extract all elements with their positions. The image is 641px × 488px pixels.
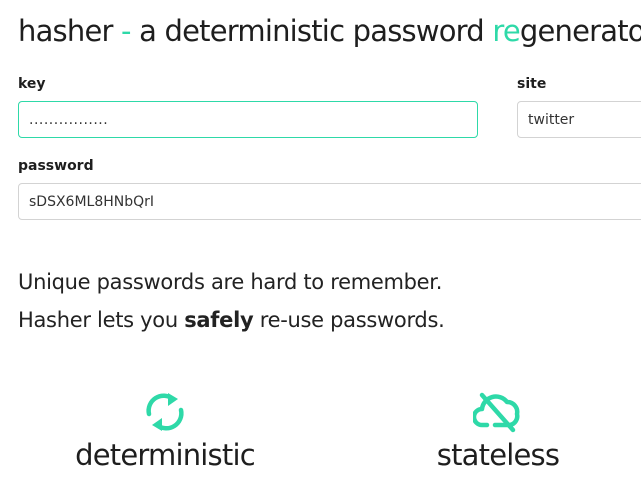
- password-label: password: [18, 158, 94, 174]
- tagline-line-2: Hasher lets you safely re-use passwords.: [18, 308, 445, 332]
- site-input[interactable]: [517, 101, 641, 138]
- title-dash: -: [121, 14, 131, 48]
- tagline-bold: safely: [184, 308, 254, 332]
- feature-label-deterministic: deterministic: [75, 438, 256, 472]
- tagline-prefix: Hasher lets you: [18, 308, 185, 332]
- tagline-suffix: re-use passwords.: [253, 308, 445, 332]
- key-input[interactable]: [18, 101, 478, 138]
- feature-deterministic: deterministic: [65, 390, 265, 472]
- site-label: site: [517, 76, 547, 92]
- cloud-off-icon: [473, 392, 520, 433]
- feature-label-stateless: stateless: [436, 438, 560, 472]
- title-part-1: hasher: [18, 14, 122, 48]
- title-part-3: generator.: [519, 14, 641, 48]
- feature-stateless: stateless: [398, 390, 598, 472]
- key-label: key: [18, 76, 46, 92]
- page-title: hasher - a deterministic password regene…: [18, 14, 641, 48]
- title-part-2: a deterministic password: [130, 14, 493, 48]
- password-output[interactable]: [18, 183, 641, 220]
- title-accent: re: [492, 14, 520, 48]
- refresh-icon: [146, 393, 184, 431]
- tagline-line-1: Unique passwords are hard to remember.: [18, 270, 443, 294]
- page: hasher - a deterministic password regene…: [0, 0, 641, 488]
